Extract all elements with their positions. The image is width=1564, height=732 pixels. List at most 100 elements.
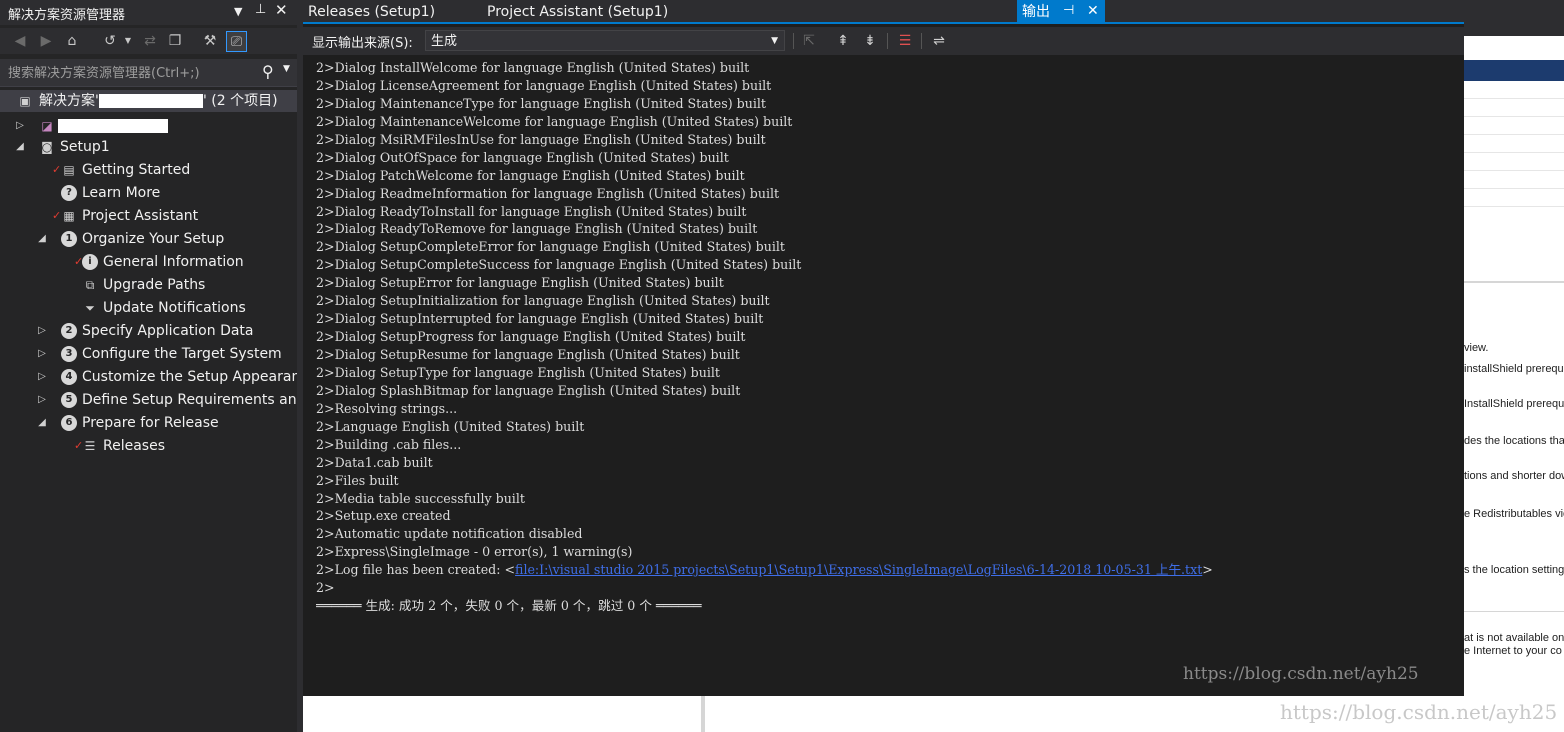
history-dropdown-icon[interactable]: ▼ <box>118 31 138 51</box>
expand-arrow-icon[interactable]: ▷ <box>35 389 49 411</box>
pin-icon[interactable]: ⊣ <box>1063 0 1074 22</box>
expand-arrow-icon[interactable]: ▷ <box>35 343 49 365</box>
output-line: 2>Data1.cab built <box>316 454 433 470</box>
tree-item-releases[interactable]: ✓ ☰ Releases <box>0 435 297 457</box>
background-designer-panel: view. installShield prerequisi InstallSh… <box>1464 36 1564 732</box>
tree-item-getting-started[interactable]: ✓ ▤ Getting Started <box>0 159 297 181</box>
designer-text: s the location setting <box>1464 564 1564 576</box>
expand-arrow-icon[interactable]: ▷ <box>35 366 49 388</box>
output-line: 2>Express\SingleImage - 0 error(s), 1 wa… <box>316 544 633 560</box>
tree-setup1-row[interactable]: ◢ ◙ Setup1 <box>0 136 297 158</box>
tree-item-upgrade-paths[interactable]: ⧉ Upgrade Paths <box>0 274 297 296</box>
window-position-dropdown-icon[interactable]: ▼ <box>234 5 242 18</box>
watermark-bottom: https://blog.csdn.net/ayh25 <box>1280 700 1558 724</box>
configure-target-system-label: Configure the Target System <box>82 346 282 362</box>
properties-wrench-icon[interactable]: ⚒ <box>200 31 220 51</box>
tab-releases[interactable]: Releases (Setup1) <box>308 0 435 24</box>
preview-icon[interactable]: ⎚ <box>226 31 247 52</box>
tree-item-learn-more[interactable]: ? Learn More <box>0 182 297 204</box>
close-icon[interactable]: ✕ <box>275 1 288 19</box>
general-information-label: General Information <box>103 254 244 270</box>
tree-item-general-information[interactable]: ✓ i General Information <box>0 251 297 273</box>
output-text-area[interactable]: 2>Dialog InstallWelcome for language Eng… <box>316 59 1446 659</box>
solution-explorer-toolbar: ◀ ▶ ⌂ ↺ ▼ ⇄ ❐ ⚒ ⎚ <box>0 28 297 54</box>
designer-splitter <box>1464 611 1564 612</box>
home-icon[interactable]: ⌂ <box>62 31 82 51</box>
go-to-next-message-icon[interactable]: ⇟ <box>860 31 880 51</box>
tree-item-customize-setup-appearance[interactable]: ▷ 4 Customize the Setup Appearance <box>0 366 297 388</box>
designer-row-divider <box>1464 170 1564 171</box>
designer-text: des the locations tha <box>1464 435 1564 447</box>
collapse-arrow-icon[interactable]: ◢ <box>13 136 27 158</box>
tree-item-specify-application-data[interactable]: ▷ 2 Specify Application Data <box>0 320 297 342</box>
checkmark-icon: ✓ <box>52 209 62 222</box>
build-summary-line: ══════ 生成: 成功 2 个，失败 0 个，最新 0 个，跳过 0 个 ═… <box>316 598 702 614</box>
output-line: 2>Dialog PatchWelcome for language Engli… <box>316 167 745 183</box>
search-options-dropdown-icon[interactable]: ▼ <box>283 64 290 74</box>
toggle-word-wrap-icon[interactable]: ⇌ <box>929 31 949 51</box>
toolbar-separator <box>793 33 794 49</box>
designer-selected-row <box>1464 60 1564 81</box>
step-4-icon: 4 <box>61 369 77 385</box>
designer-row-divider <box>1464 134 1564 135</box>
help-icon: ? <box>61 185 77 201</box>
redacted-solution-name <box>99 94 203 108</box>
tree-item-define-setup-requirements[interactable]: ▷ 5 Define Setup Requirements and <box>0 389 297 411</box>
project-assistant-icon: ▦ <box>63 209 75 223</box>
designer-text: view. <box>1464 342 1489 354</box>
tree-item-project-assistant[interactable]: ✓ ▦ Project Assistant <box>0 205 297 227</box>
output-line: 2>Language English (United States) built <box>316 418 585 434</box>
releases-label: Releases <box>103 438 165 454</box>
log-file-prefix: 2>Log file has been created: < <box>316 562 516 578</box>
output-line: 2>Building .cab files... <box>316 436 462 452</box>
tree-item-update-notifications[interactable]: ⏷ Update Notifications <box>0 297 297 319</box>
find-message-in-code-icon[interactable]: ⇱ <box>799 31 819 51</box>
output-line: 2>Setup.exe created <box>316 508 451 524</box>
solution-search-input[interactable] <box>2 61 260 85</box>
solution-search-box: ⚲ ▼ <box>0 59 297 87</box>
output-line: 2>Automatic update notification disabled <box>316 526 583 542</box>
collapse-arrow-icon[interactable]: ◢ <box>35 228 49 250</box>
releases-list-icon: ☰ <box>84 439 96 453</box>
output-line: 2>Dialog SetupCompleteSuccess for langua… <box>316 257 802 273</box>
designer-text: at is not available on <box>1464 632 1564 644</box>
log-file-link[interactable]: file:I:\visual studio 2015 projects\Setu… <box>515 562 1202 577</box>
tree-project-row-redacted[interactable]: ▷ ◪ <box>0 115 297 137</box>
step-5-icon: 5 <box>61 392 77 408</box>
tree-solution-row[interactable]: ▣ 解决方案' ' (2 个项目) <box>0 90 297 112</box>
back-icon[interactable]: ◀ <box>10 31 30 51</box>
specify-application-data-label: Specify Application Data <box>82 323 254 339</box>
toolbar-separator <box>921 33 922 49</box>
output-line: 2>Dialog MaintenanceType for language En… <box>316 95 766 111</box>
tree-item-organize-setup[interactable]: ◢ 1 Organize Your Setup <box>0 228 297 250</box>
collapse-arrow-icon[interactable]: ◢ <box>35 412 49 434</box>
close-icon[interactable]: ✕ <box>1087 0 1099 23</box>
output-line: 2>Media table successfully built <box>316 490 525 506</box>
tree-item-prepare-for-release[interactable]: ◢ 6 Prepare for Release <box>0 412 297 434</box>
history-icon[interactable]: ↺ <box>100 31 120 51</box>
tab-output[interactable]: 输出 ⊣ ✕ <box>1017 0 1105 24</box>
designer-text: e Internet to your co <box>1464 645 1562 657</box>
solution-explorer-titlebar: 解决方案资源管理器 ▼ ⊥ ✕ <box>0 0 297 25</box>
pin-icon[interactable]: ⊥ <box>255 2 266 17</box>
clear-all-icon[interactable]: ☰ <box>895 31 915 51</box>
upgrade-paths-icon: ⧉ <box>85 278 95 292</box>
watermark: https://blog.csdn.net/ayh25 <box>1183 664 1419 684</box>
search-icon[interactable]: ⚲ <box>262 62 274 81</box>
tab-project-assistant[interactable]: Project Assistant (Setup1) <box>487 0 668 24</box>
output-window: 显示输出来源(S): 生成 ▼ ⇱ ⇞ ⇟ ☰ ⇌ 2>Dialog Insta… <box>303 24 1464 696</box>
collapse-all-icon[interactable]: ❐ <box>165 31 185 51</box>
forward-icon[interactable]: ▶ <box>36 31 56 51</box>
sync-icon[interactable]: ⇄ <box>140 31 160 51</box>
step-1-icon: 1 <box>61 231 77 247</box>
tree-item-configure-target-system[interactable]: ▷ 3 Configure the Target System <box>0 343 297 365</box>
output-line: 2>Dialog ReadyToInstall for language Eng… <box>316 203 747 219</box>
solution-label-prefix: 解决方案' <box>39 93 99 109</box>
setup1-label: Setup1 <box>60 139 110 155</box>
expand-arrow-icon[interactable]: ▷ <box>35 320 49 342</box>
expand-arrow-icon[interactable]: ▷ <box>13 115 27 137</box>
output-line: 2>Dialog InstallWelcome for language Eng… <box>316 60 750 75</box>
go-to-previous-message-icon[interactable]: ⇞ <box>833 31 853 51</box>
output-line-log-file: 2>Log file has been created: <file:I:\vi… <box>316 561 1446 579</box>
output-source-select[interactable]: 生成 ▼ <box>425 30 785 51</box>
